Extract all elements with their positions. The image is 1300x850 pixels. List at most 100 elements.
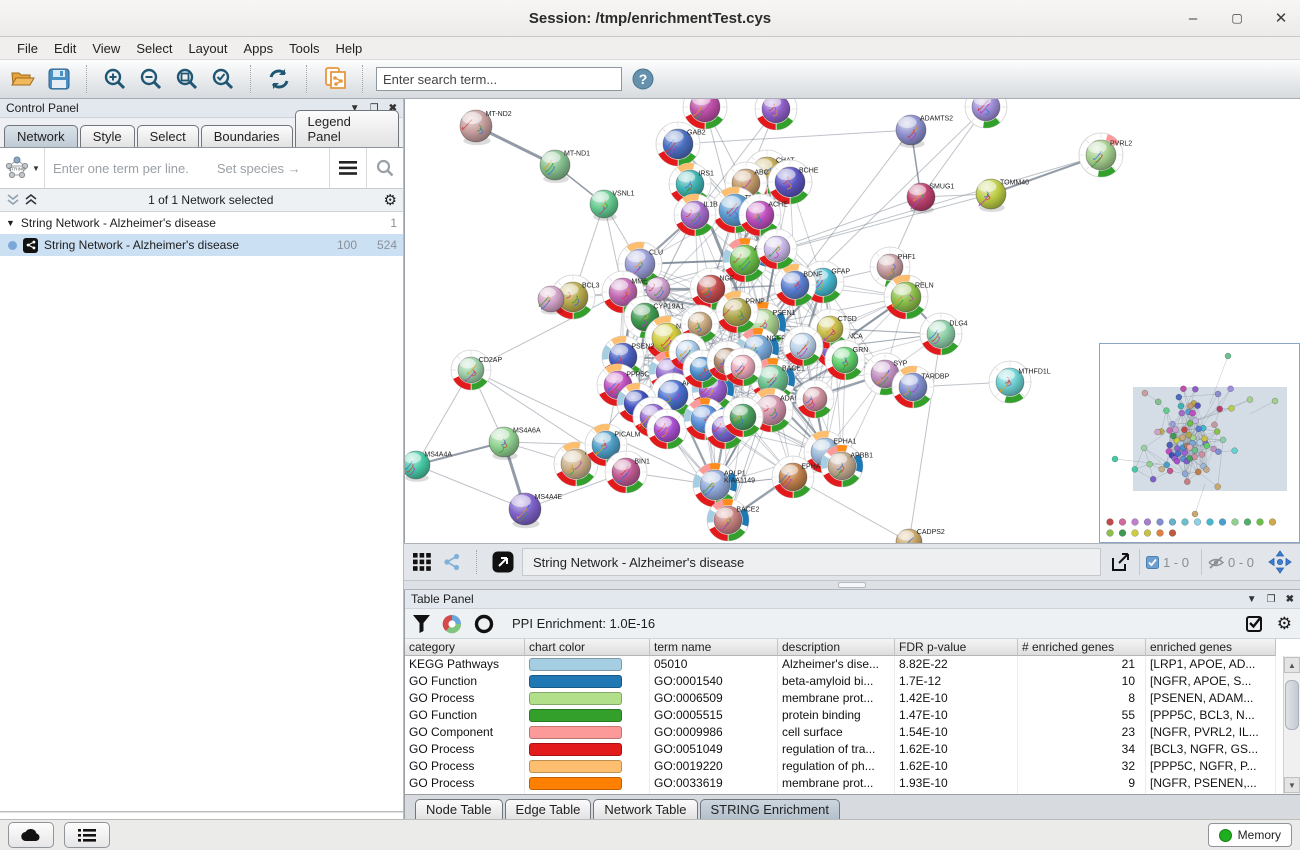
table-row[interactable]: GO ProcessGO:0051049regulation of tra...… [405,741,1300,758]
graph-node-bche[interactable]: BCHE [768,160,819,204]
graph-node-adamts2[interactable]: ADAMTS2 [896,115,953,148]
graph-node-cd2ap[interactable]: CD2AP [451,350,502,390]
tab-legend-panel[interactable]: Legend Panel [295,110,399,147]
grid-mode-button[interactable] [410,550,434,574]
table-row[interactable]: KEGG Pathways05010Alzheimer's dise...8.8… [405,656,1300,673]
graph-node-mthfd1l[interactable]: MTHFD1L [989,361,1051,403]
graph-node[interactable] [538,286,564,315]
graph-node-apbb1[interactable]: APBB1 [821,445,873,487]
graph-node-mt-nd1[interactable]: MT-ND1 [540,150,590,183]
graph-node-dlg4[interactable]: DLG4 [920,313,968,355]
graph-node[interactable] [796,380,834,418]
filter-icon[interactable] [413,615,430,633]
tab-node-table[interactable]: Node Table [415,799,503,819]
table-scrollbar[interactable]: ▲ ▼ [1283,656,1300,794]
tab-boundaries[interactable]: Boundaries [201,125,293,147]
column-header-description[interactable]: description [778,639,895,656]
memory-button[interactable]: Memory [1208,823,1292,847]
column-header--enriched-genes[interactable]: # enriched genes [1018,639,1146,656]
refresh-button[interactable] [264,64,294,94]
column-header-enriched-genes[interactable]: enriched genes [1146,639,1276,656]
set-species-hint[interactable]: Set species → [217,161,301,176]
menu-item-apps[interactable]: Apps [237,39,281,58]
tab-select[interactable]: Select [137,125,199,147]
navigate-button[interactable] [1266,548,1294,576]
chart-color-icon[interactable] [442,614,462,634]
maximize-button[interactable]: ▢ [1226,7,1248,29]
graph-node-gab2[interactable]: GAB2 [656,122,706,166]
expand-all-icon[interactable] [24,194,38,206]
graph-node[interactable] [757,229,797,269]
scroll-down-icon[interactable]: ▼ [1284,777,1300,793]
zoom-out-button[interactable] [136,64,166,94]
table-row[interactable]: GO ProcessGO:0033619membrane prot...1.93… [405,775,1300,792]
table-row[interactable]: GO ComponentGO:0009986cell surface1.54E-… [405,724,1300,741]
graph-node[interactable] [755,99,797,130]
menu-item-layout[interactable]: Layout [181,39,234,58]
zoom-fit-button[interactable] [172,64,202,94]
string-view-button[interactable] [440,550,464,574]
close-button[interactable]: ✕ [1270,7,1292,29]
zoom-in-button[interactable] [100,64,130,94]
network-options-gear-icon[interactable]: ⚙ [384,191,397,209]
graph-node-pvrl2[interactable]: PVRL2 [1079,133,1132,177]
column-header-fdr-p-value[interactable]: FDR p-value [895,639,1018,656]
graph-node-cadps2[interactable]: CADPS2 [896,529,945,543]
task-history-button[interactable] [64,822,110,848]
table-row[interactable]: GO ProcessGO:0050435beta-amyloid m...2.0… [405,792,1300,794]
graph-node[interactable] [783,326,823,366]
help-button[interactable]: ? [628,64,658,94]
menu-item-view[interactable]: View [85,39,127,58]
annotation-mode-button[interactable] [490,549,516,575]
network-canvas[interactable]: MT-ND2MT-ND1VSNL1CD2APMS4A4AMS4A6AMS4A4E… [404,99,1300,543]
search-input[interactable] [376,67,622,91]
table-row[interactable]: GO FunctionGO:0005515protein binding1.47… [405,707,1300,724]
network-list-item[interactable]: String Network - Alzheimer's disease1005… [0,234,403,256]
table-row[interactable]: GO ProcessGO:0019220regulation of ph...1… [405,758,1300,775]
zoom-selected-button[interactable] [208,64,238,94]
minimize-button[interactable]: – [1182,7,1204,29]
graph-node-reln[interactable]: RELN [884,275,934,319]
ring-chart-icon[interactable] [474,614,494,634]
panel-float-icon[interactable]: ❐ [1267,594,1276,605]
menu-item-edit[interactable]: Edit [47,39,83,58]
graph-node[interactable] [965,99,1007,128]
graph-node[interactable] [646,277,670,303]
column-header-term-name[interactable]: term name [650,639,778,656]
collapse-all-icon[interactable] [6,194,20,206]
graph-node-ms4a4e[interactable]: MS4A4E [509,493,563,528]
tab-network[interactable]: Network [4,125,78,147]
string-options-button[interactable] [329,148,366,188]
graph-node-bace2[interactable]: BACE2 [707,499,759,541]
graph-node-grn[interactable]: GRN [825,340,868,380]
horizontal-splitter[interactable] [404,580,1300,590]
graph-node-bin1[interactable]: BIN1 [605,451,650,493]
panel-menu-icon[interactable]: ▼ [1247,594,1257,605]
graph-node[interactable] [723,397,763,437]
column-header-chart-color[interactable]: chart color [525,639,650,656]
graph-node-tardbp[interactable]: TARDBP [892,366,950,408]
save-session-button[interactable] [44,64,74,94]
tab-edge-table[interactable]: Edge Table [505,799,592,819]
scrollbar-thumb[interactable] [1285,680,1299,730]
network-list-item[interactable]: ▼String Network - Alzheimer's disease1 [0,212,403,234]
menu-item-help[interactable]: Help [329,39,370,58]
graph-node-ms4a6a[interactable]: MS4A6A [489,427,541,460]
scroll-up-icon[interactable]: ▲ [1284,657,1300,673]
table-row[interactable]: GO FunctionGO:0001540beta-amyloid bi...1… [405,673,1300,690]
tree-expand-icon[interactable]: ▼ [6,218,15,228]
graph-node[interactable] [647,409,687,449]
table-settings-gear-icon[interactable]: ⚙ [1277,614,1292,634]
string-search-button[interactable] [366,148,403,188]
select-rows-icon[interactable] [1246,614,1265,633]
table-row[interactable]: GO ProcessGO:0006509membrane prot...1.42… [405,690,1300,707]
string-logo-button[interactable]: STRING ▼ [0,148,45,188]
cloud-tasks-button[interactable] [8,822,54,848]
column-header-category[interactable]: category [405,639,525,656]
export-network-button[interactable] [1107,549,1133,575]
menu-item-tools[interactable]: Tools [282,39,326,58]
graph-node-vsnl1[interactable]: VSNL1 [590,190,635,221]
tab-string-enrichment[interactable]: STRING Enrichment [700,799,840,819]
graph-node-smug1[interactable]: SMUG1 [907,183,954,214]
panel-close-icon[interactable]: ✖ [1286,594,1294,605]
